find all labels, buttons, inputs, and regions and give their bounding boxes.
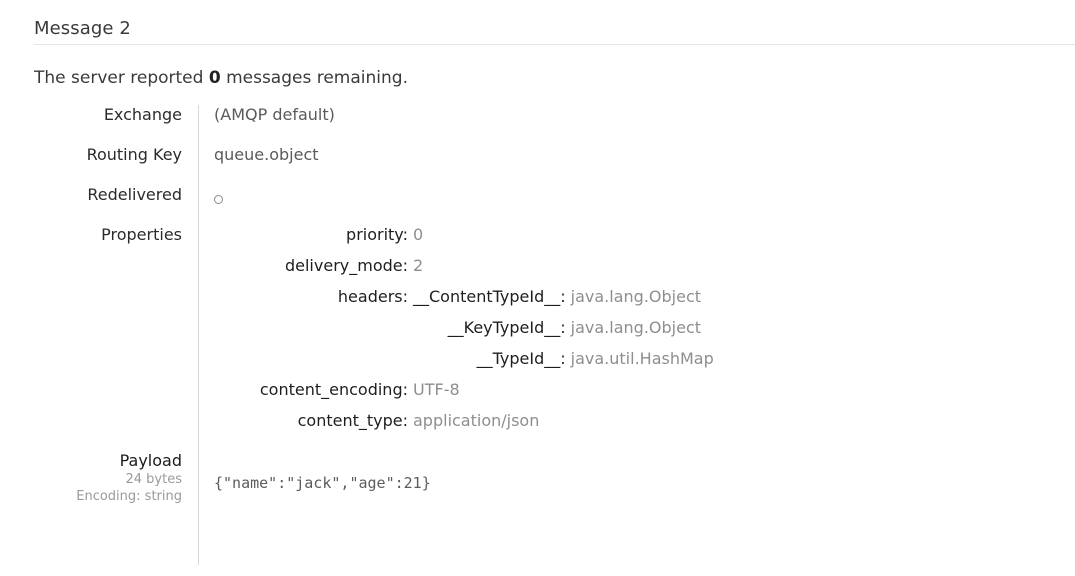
- table-row-routing-key: Routing Key queue.object: [0, 145, 1075, 165]
- row-spacer: [0, 431, 1075, 451]
- table-row-redelivered: Redelivered: [0, 185, 1075, 205]
- property-value: UTF-8: [413, 380, 460, 399]
- property-value: application/json: [413, 411, 540, 430]
- routing-key-value: queue.object: [214, 145, 319, 164]
- spacer-cell: [0, 205, 198, 225]
- remaining-count: 0: [208, 68, 221, 88]
- redelivered-value: [198, 185, 1075, 205]
- routing-key-label: Routing Key: [86, 145, 182, 164]
- spacer-cell: [0, 431, 198, 451]
- spacer-cell: [0, 125, 198, 145]
- table-row-payload: Payload 24 bytes Encoding: string {"name…: [0, 451, 1075, 505]
- list-item: content_encoding: UTF-8: [214, 380, 714, 411]
- status-suffix: messages remaining.: [220, 68, 408, 88]
- spacer-cell: [198, 165, 1075, 185]
- header-key: __ContentTypeId__:: [413, 287, 566, 306]
- header-key: __KeyTypeId__:: [447, 318, 566, 337]
- spacer-cell: [0, 165, 198, 185]
- amqp-properties-subtable: priority: 0 delivery_mode: 2 headers: __…: [214, 225, 714, 431]
- row-spacer: [0, 205, 1075, 225]
- table-row-properties: Properties priority: 0 delivery_mode: 2: [0, 225, 1075, 431]
- spacer-cell: [198, 125, 1075, 145]
- table-row: __TypeId__: java.util.HashMap: [413, 349, 714, 369]
- spacer-cell: [198, 431, 1075, 451]
- payload-value-cell: {"name":"jack","age":21}: [198, 451, 1075, 505]
- header-value: java.util.HashMap: [570, 349, 714, 368]
- payload-top-gap: [214, 451, 1075, 473]
- payload-body: {"name":"jack","age":21}: [214, 474, 431, 492]
- payload-size: 24 bytes: [125, 472, 183, 487]
- list-item: priority: 0: [214, 225, 714, 256]
- properties-label: Properties: [101, 225, 182, 244]
- table-row: __KeyTypeId__: java.lang.Object: [413, 318, 714, 349]
- spacer-cell: [198, 205, 1075, 225]
- row-spacer: [0, 165, 1075, 185]
- table-row: __ContentTypeId__: java.lang.Object: [413, 287, 714, 318]
- property-key: content_encoding:: [259, 380, 408, 399]
- exchange-label: Exchange: [103, 105, 182, 124]
- redelivered-label: Redelivered: [87, 185, 182, 204]
- property-key: priority:: [346, 225, 408, 244]
- message-heading: Message 2: [34, 18, 131, 39]
- headers-value: __ContentTypeId__: java.lang.Object __Ke…: [413, 287, 714, 380]
- list-item: content_type: application/json: [214, 411, 714, 431]
- message-headers-table: __ContentTypeId__: java.lang.Object __Ke…: [413, 287, 714, 369]
- message-properties-table: Exchange (AMQP default) Routing Key queu…: [0, 105, 1075, 505]
- table-row-exchange: Exchange (AMQP default): [0, 105, 1075, 125]
- property-key: headers:: [337, 287, 408, 306]
- payload-label-group: Payload 24 bytes Encoding: string: [0, 451, 182, 505]
- header-key: __TypeId__:: [476, 349, 566, 368]
- property-key: delivery_mode:: [284, 256, 408, 275]
- exchange-value: (AMQP default): [214, 105, 335, 124]
- header-value: java.lang.Object: [570, 318, 702, 337]
- heading-divider: [34, 44, 1075, 45]
- payload-title: Payload: [119, 451, 182, 470]
- messages-remaining-status: The server reported 0 messages remaining…: [34, 66, 408, 90]
- property-value: 0: [413, 225, 424, 244]
- payload-label-cell: Payload 24 bytes Encoding: string: [0, 451, 198, 505]
- list-item: delivery_mode: 2: [214, 256, 714, 287]
- payload-encoding: Encoding: string: [76, 489, 182, 504]
- row-spacer: [0, 125, 1075, 145]
- properties-value: priority: 0 delivery_mode: 2 headers: __…: [198, 225, 1075, 431]
- property-key: content_type:: [297, 411, 408, 430]
- message-details-page: Message 2 The server reported 0 messages…: [0, 0, 1075, 576]
- status-prefix: The server reported: [34, 68, 209, 88]
- header-value: java.lang.Object: [570, 287, 702, 306]
- circle-outline-icon: [214, 195, 223, 204]
- property-value: 2: [413, 256, 424, 275]
- list-item: headers: __ContentTypeId__: java.lang.Ob…: [214, 287, 714, 380]
